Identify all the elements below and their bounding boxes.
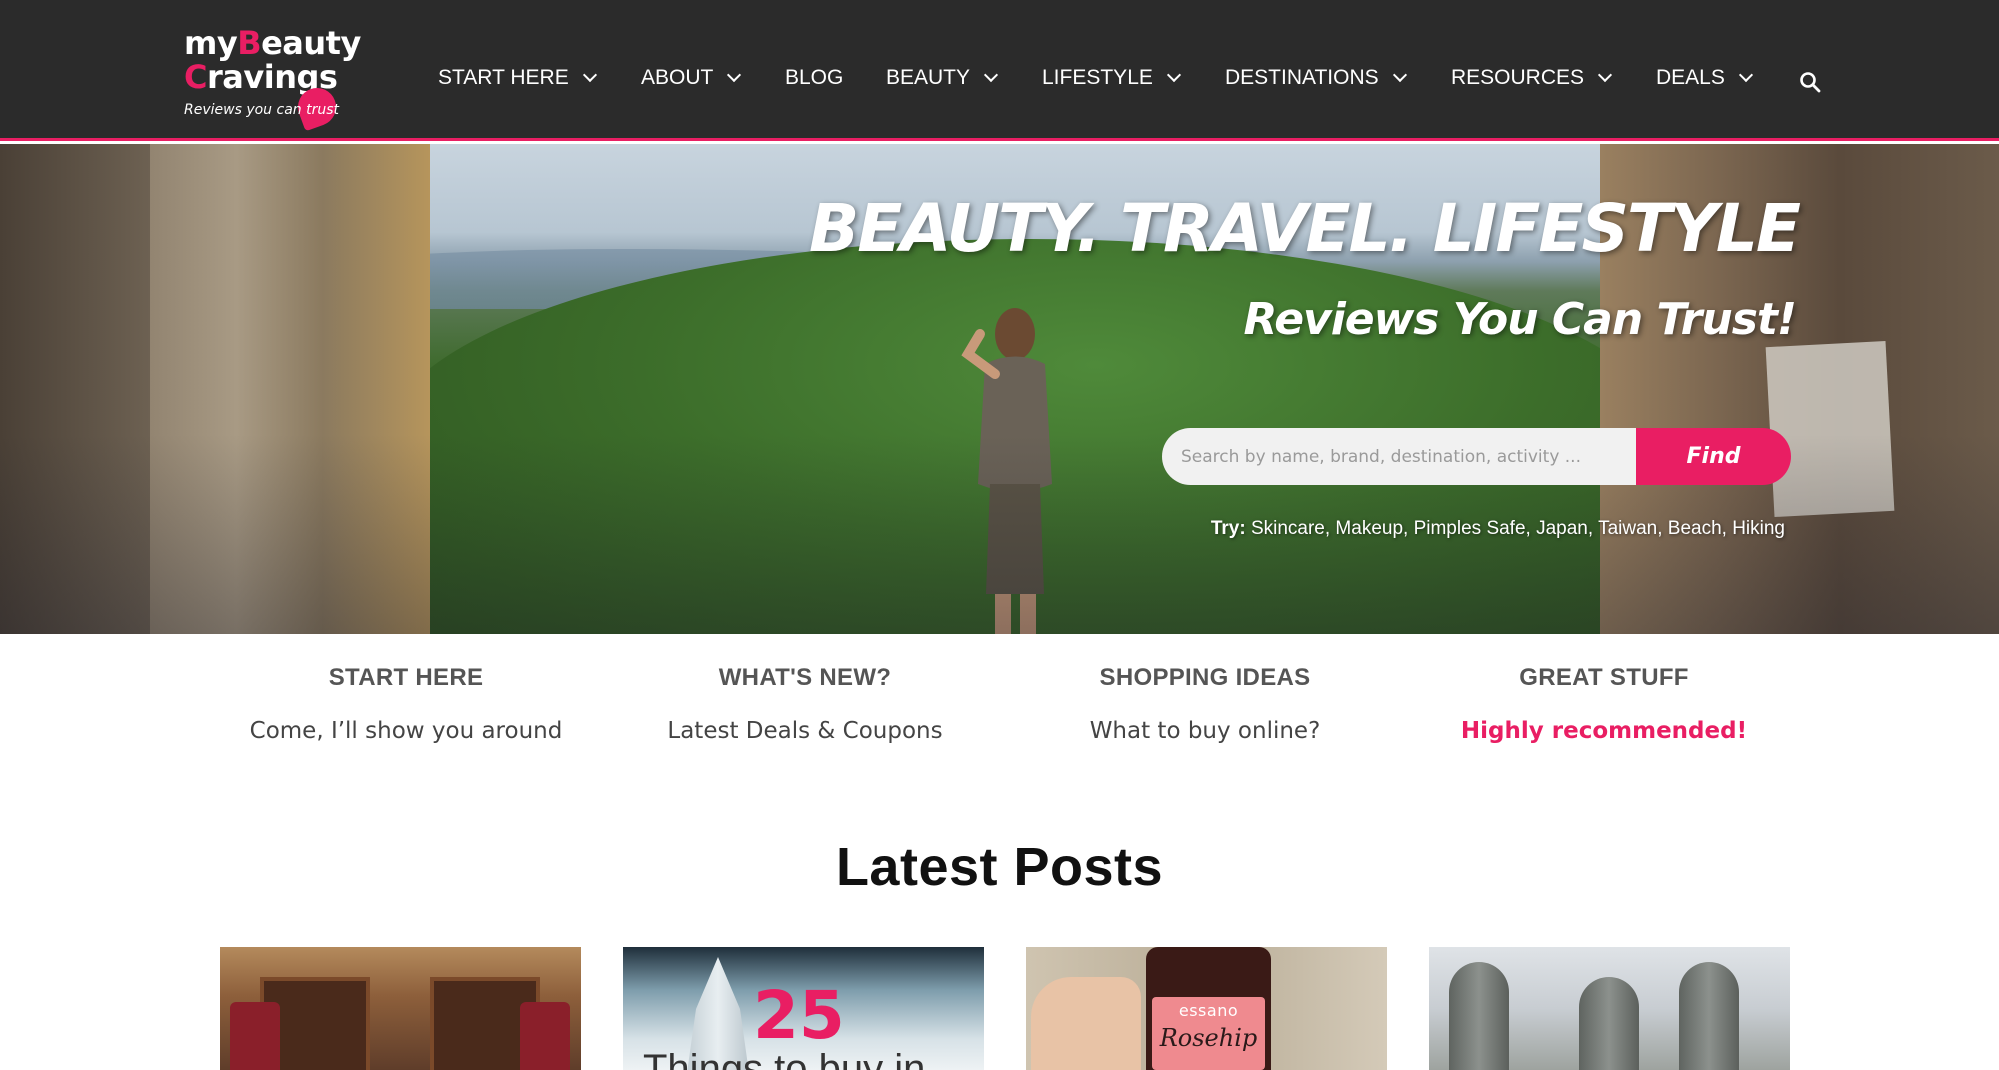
site-header: myBeauty Cravings Reviews you can trust … — [0, 0, 1999, 141]
nav-item-start-here[interactable]: START HERE — [438, 66, 597, 90]
chevron-down-icon — [1738, 67, 1753, 83]
quick-link-text[interactable]: Highly recommended! — [1404, 718, 1804, 744]
nav-item-lifestyle[interactable]: LIFESTYLE — [1042, 66, 1181, 90]
search-suggestions: Try: Skincare, Makeup, Pimples Safe, Jap… — [1211, 518, 1785, 540]
quick-link-title: SHOPPING IDEAS — [1099, 664, 1311, 691]
chair-image — [520, 1002, 570, 1070]
rock-hand-image — [1579, 977, 1639, 1070]
quick-link-title: START HERE — [328, 664, 484, 691]
bottle-image: essano Rosehip — [1146, 947, 1271, 1070]
search-icon[interactable] — [1798, 70, 1822, 94]
quick-link-great-stuff: GREAT STUFF Highly recommended! — [1404, 664, 1804, 744]
quick-links: START HERE Come, I’ll show you around WH… — [0, 634, 1999, 794]
nav-item-destinations[interactable]: DESTINATIONS — [1225, 66, 1407, 90]
try-items[interactable]: Skincare, Makeup, Pimples Safe, Japan, T… — [1251, 518, 1785, 539]
chevron-down-icon — [983, 67, 999, 83]
bottle-label: essano Rosehip — [1152, 997, 1265, 1070]
quick-link-shopping-ideas: SHOPPING IDEAS What to buy online? — [1005, 664, 1405, 744]
quick-link-title: WHAT'S NEW? — [718, 664, 892, 691]
hero-search-input[interactable] — [1162, 428, 1642, 485]
logo-line-2: Cravings — [184, 58, 338, 96]
try-label: Try: — [1210, 518, 1246, 539]
rock-hand-image — [1449, 962, 1509, 1070]
rock-hand-image — [1679, 962, 1739, 1070]
post-card[interactable]: 25 Things to buy in — [623, 947, 984, 1070]
quick-link-text[interactable]: Come, I’ll show you around — [206, 718, 606, 744]
bottle-brand: essano — [1178, 1001, 1239, 1020]
quick-link-text[interactable]: Latest Deals & Coupons — [605, 718, 1005, 744]
chevron-down-icon — [1597, 67, 1613, 83]
bottle-product: Rosehip — [1159, 1024, 1258, 1052]
latest-posts-heading: Latest Posts — [835, 837, 1164, 897]
nav-item-blog[interactable]: BLOG — [785, 66, 843, 90]
post-overlay-text: Things to buy in — [643, 1047, 926, 1070]
quick-link-start-here: START HERE Come, I’ll show you around — [206, 664, 606, 744]
logo-line-1: myBeauty — [184, 24, 361, 62]
chevron-down-icon — [582, 67, 597, 83]
quick-link-whats-new: WHAT'S NEW? Latest Deals & Coupons — [605, 664, 1005, 744]
hero-subtitle: Reviews You Can Trust! — [1243, 294, 1797, 345]
post-card[interactable] — [1429, 947, 1790, 1070]
nav-item-about[interactable]: ABOUT — [641, 66, 742, 90]
chair-image — [230, 1002, 280, 1070]
find-button[interactable]: Find — [1636, 428, 1791, 485]
nav-item-deals[interactable]: DEALS — [1656, 66, 1753, 90]
post-card[interactable] — [220, 947, 581, 1070]
chevron-down-icon — [1166, 67, 1181, 83]
post-number: 25 — [753, 977, 845, 1054]
chevron-down-icon — [1392, 67, 1407, 83]
quick-link-text[interactable]: What to buy online? — [1005, 718, 1405, 744]
post-card[interactable]: essano Rosehip — [1026, 947, 1387, 1070]
hero-banner: BEAUTY. TRAVEL. LIFESTYLE Reviews You Ca… — [0, 144, 1999, 634]
quick-link-title: GREAT STUFF — [1519, 664, 1689, 691]
site-logo[interactable]: myBeauty Cravings Reviews you can trust — [184, 24, 364, 132]
nav-item-beauty[interactable]: BEAUTY — [886, 66, 999, 90]
logo-tagline: Reviews you can trust — [184, 82, 364, 132]
hero-search-form: Find — [1162, 428, 1791, 485]
nav-item-resources[interactable]: RESOURCES — [1451, 66, 1613, 90]
hero-title: BEAUTY. TRAVEL. LIFESTYLE — [808, 190, 1801, 267]
chevron-down-icon — [727, 67, 742, 83]
hand-image — [1031, 977, 1141, 1070]
